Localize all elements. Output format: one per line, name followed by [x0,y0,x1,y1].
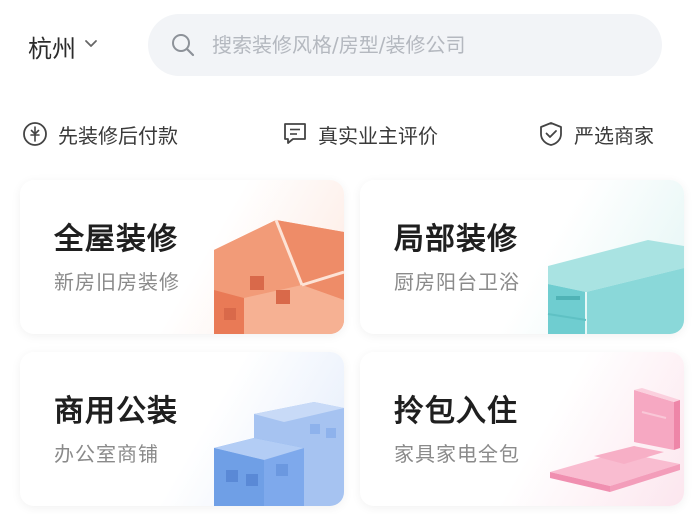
chevron-down-icon [85,40,97,47]
feature-owner-reviews[interactable]: 真实业主评价 [282,118,438,150]
city-label: 杭州 [28,34,76,63]
search-bar[interactable] [148,14,662,76]
card-subtitle: 厨房阳台卫浴 [394,270,520,294]
card-subtitle: 办公室商铺 [54,442,159,466]
card-commercial-renovation[interactable]: 商用公装 办公室商铺 [20,352,344,506]
feature-pay-after[interactable]: 先装修后付款 [22,118,178,150]
card-partial-renovation[interactable]: 局部装修 厨房阳台卫浴 [360,180,684,334]
comment-icon [284,123,306,144]
feature-label: 严选商家 [574,123,654,148]
city-selector[interactable]: 杭州 [28,30,98,63]
card-title: 拎包入住 [394,394,518,429]
card-subtitle: 家具家电全包 [394,442,520,466]
card-title: 全屋装修 [54,222,178,257]
coin-icon [23,122,47,146]
card-title: 商用公装 [54,394,178,429]
card-move-in-ready[interactable]: 拎包入住 家具家电全包 [360,352,684,506]
card-title: 局部装修 [394,222,518,257]
furniture-icon [550,388,680,492]
house-icon [214,219,344,334]
feature-label: 先装修后付款 [58,123,178,148]
shield-check-icon [540,122,562,146]
feature-selected-merchants[interactable]: 严选商家 [538,118,654,150]
card-subtitle: 新房旧房装修 [54,270,180,294]
feature-label: 真实业主评价 [318,123,438,148]
office-building-icon [214,402,344,506]
search-icon [172,34,195,57]
card-full-renovation[interactable]: 全屋装修 新房旧房装修 [20,180,344,334]
top-bar: 杭州 [0,0,698,100]
feature-strip: 先装修后付款 真实业主评价 严选商家 [0,112,698,156]
search-input[interactable] [212,33,632,57]
cabinet-icon [547,240,684,334]
